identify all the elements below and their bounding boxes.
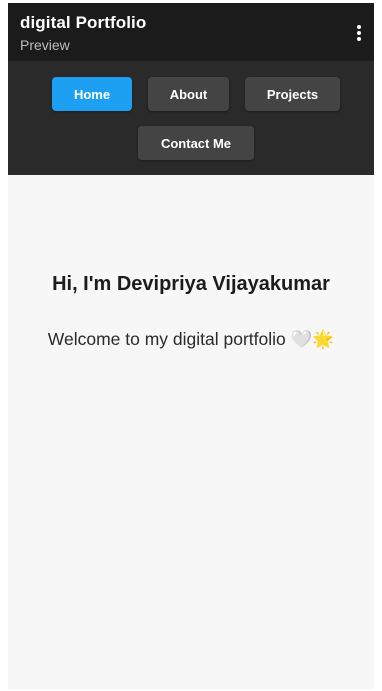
nav-bar: Home About Projects Contact Me — [8, 61, 374, 175]
nav-contact-button[interactable]: Contact Me — [138, 126, 254, 160]
hero-title: Hi, I'm Devipriya Vijayakumar — [52, 273, 330, 295]
overflow-menu-button[interactable] — [348, 17, 370, 49]
app-subtitle: Preview — [20, 37, 70, 53]
more-vert-icon — [357, 25, 361, 41]
nav-home-button[interactable]: Home — [52, 77, 132, 111]
hero-subtitle: Welcome to my digital portfolio 🤍🌟 — [47, 329, 335, 349]
app-screen: digital Portfolio Preview Home About Pro… — [8, 3, 374, 689]
app-bar: digital Portfolio Preview — [8, 3, 374, 61]
nav-about-button[interactable]: About — [148, 77, 229, 111]
screenshot-frame: digital Portfolio Preview Home About Pro… — [0, 0, 382, 691]
app-title: digital Portfolio — [20, 13, 147, 32]
main-content: Hi, I'm Devipriya Vijayakumar Welcome to… — [8, 175, 374, 689]
nav-projects-button[interactable]: Projects — [245, 77, 340, 111]
